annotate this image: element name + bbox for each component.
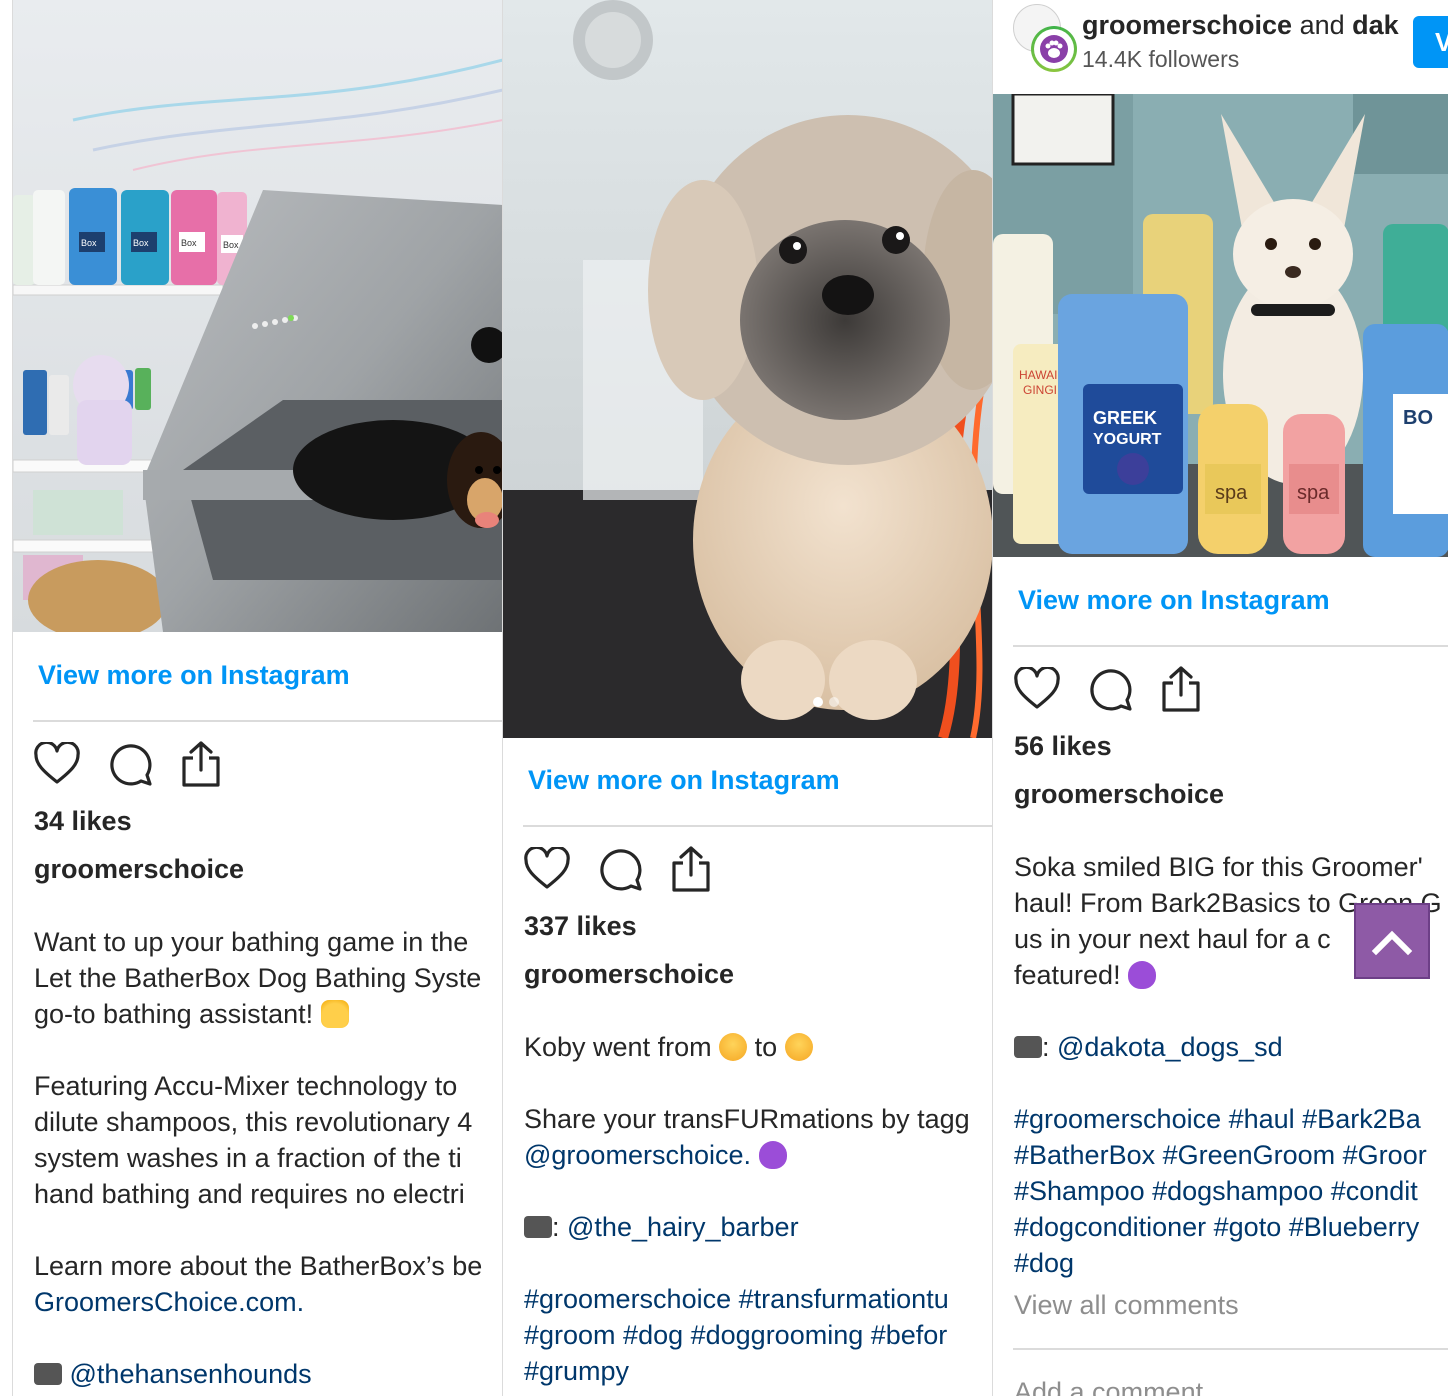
raising-hands-emoji-icon (320, 1000, 349, 1028)
view-more-on-instagram-link[interactable]: View more on Instagram (528, 765, 840, 796)
caption-text: featured! (1014, 960, 1121, 990)
bottle-label: spa (1215, 482, 1248, 504)
post-3-photo[interactable]: HAWAII GINGI GREEK YOGURT spa spa BO (993, 94, 1448, 557)
view-all-comments-link[interactable]: View all comments (1014, 1287, 1442, 1323)
mention-link[interactable]: @thehansenhounds (70, 1359, 312, 1389)
bottle-label-3: Box (181, 238, 197, 248)
followers-count: 14.4K followers (1082, 46, 1240, 72)
hashtags-line[interactable]: #Shampoo #dogshampoo #condit (1014, 1173, 1442, 1209)
bottle-label-2: Box (133, 238, 149, 248)
instagram-post-2: View more on Instagram 337 likes groomer… (502, 0, 993, 1396)
likes-count[interactable]: 337 likes (524, 911, 637, 942)
camera-icon (524, 1216, 552, 1238)
caption-line: Featuring Accu-Mixer technology to (34, 1071, 458, 1101)
caption-line: system washes in a fraction of the ti (34, 1143, 462, 1173)
comment-icon[interactable] (597, 846, 643, 892)
header-collaborator[interactable]: dak (1352, 10, 1399, 40)
website-link[interactable]: GroomersChoice.com. (34, 1287, 304, 1317)
header-and: and (1292, 10, 1353, 40)
caption-line: hand bathing and requires no electri (34, 1179, 465, 1209)
post-1-photo[interactable]: Box Box Box Box (13, 0, 503, 632)
instagram-post-1: Box Box Box Box View more on Instagram 3… (12, 0, 503, 1396)
purple-heart-icon (758, 1141, 787, 1169)
divider (33, 720, 503, 722)
comment-icon[interactable] (1087, 666, 1133, 712)
bottle-label: GREEK (1093, 408, 1157, 428)
likes-count[interactable]: 34 likes (34, 806, 132, 837)
caption-line: Want to up your bathing game in the (34, 927, 469, 957)
caption-line: go-to bathing assistant! (34, 996, 482, 1032)
hashtags-line[interactable]: #dog (1014, 1245, 1442, 1281)
heart-icon[interactable] (33, 742, 81, 786)
add-comment-input[interactable]: Add a comment (1014, 1374, 1203, 1396)
divider (523, 825, 993, 827)
hashtags-line[interactable]: #groomerschoice #transfurmationtu (524, 1281, 970, 1317)
carousel-dot[interactable] (813, 697, 823, 707)
angry-face-emoji-icon (719, 1033, 748, 1061)
post-actions (523, 845, 713, 893)
mention-link[interactable]: @groomerschoice. (524, 1140, 751, 1170)
bottle-label-1: Box (81, 238, 97, 248)
hugging-face-emoji-icon (784, 1033, 813, 1061)
bottle-label: HAWAII (1019, 368, 1061, 382)
header-username[interactable]: groomerschoice (1082, 10, 1292, 40)
chevron-up-icon (1371, 930, 1413, 956)
post-actions (1013, 665, 1203, 713)
header-usernames: groomerschoice and dak (1082, 10, 1399, 41)
heart-icon[interactable] (1013, 667, 1061, 711)
caption-line: Soka smiled BIG for this Groomer' (1014, 852, 1423, 882)
avatar[interactable] (1031, 26, 1077, 72)
hashtags-line[interactable]: #dogconditioner #goto #Blueberry (1014, 1209, 1442, 1245)
divider (1013, 645, 1448, 647)
caption-line: Koby went from to (524, 1029, 970, 1065)
caption-text: go-to bathing assistant! (34, 999, 314, 1029)
hashtags-line[interactable]: #groom #dog #doggrooming #befor (524, 1317, 970, 1353)
bottle-label: BO (1403, 407, 1433, 429)
post-header: groomerschoice and dak 14.4K followers V (993, 0, 1448, 94)
likes-count[interactable]: 56 likes (1014, 731, 1112, 762)
bottle-label: spa (1297, 482, 1330, 504)
camera-icon (34, 1363, 62, 1385)
view-profile-button[interactable]: V (1413, 16, 1448, 68)
share-icon[interactable] (179, 740, 223, 788)
instagram-post-3: groomerschoice and dak 14.4K followers V… (992, 0, 1448, 1396)
heart-icon[interactable] (523, 847, 571, 891)
hashtags-line[interactable]: #grumpy (524, 1353, 970, 1389)
bottle-label: YOGURT (1093, 431, 1162, 448)
post-actions (33, 740, 223, 788)
hashtags-line[interactable]: #groomerschoice #haul #Bark2Ba (1014, 1101, 1442, 1137)
scroll-to-top-button[interactable] (1354, 903, 1430, 979)
caption-line: Let the BatherBox Dog Bathing Syste (34, 963, 482, 993)
post-2-photo[interactable] (503, 0, 993, 738)
post-username[interactable]: groomerschoice (524, 959, 734, 990)
comment-icon[interactable] (107, 741, 153, 787)
post-username[interactable]: groomerschoice (1014, 779, 1224, 810)
carousel-dot[interactable] (829, 697, 839, 707)
share-icon[interactable] (669, 845, 713, 893)
hashtags-line[interactable]: #BatherBox #GreenGroom #Groor (1014, 1137, 1442, 1173)
post-username[interactable]: groomerschoice (34, 854, 244, 885)
caption-line: dilute shampoos, this revolutionary 4 (34, 1107, 473, 1137)
caption-line: Share your transFURmations by tagg (524, 1104, 970, 1134)
caption-text: to (754, 1032, 778, 1062)
share-icon[interactable] (1159, 665, 1203, 713)
view-more-on-instagram-link[interactable]: View more on Instagram (1018, 585, 1330, 616)
mention-link[interactable]: @dakota_dogs_sd (1057, 1032, 1283, 1062)
bottle-label-4: Box (223, 240, 239, 250)
caption-line: Learn more about the BatherBox’s be (34, 1251, 483, 1281)
carousel-dots (813, 697, 839, 707)
mention-link[interactable]: @the_hairy_barber (567, 1212, 799, 1242)
caption-text: us in your next haul for a c (1014, 924, 1331, 954)
post-caption: Want to up your bathing game in the Let … (34, 924, 482, 1392)
divider (1013, 1348, 1448, 1350)
bottle-label: GINGI (1023, 383, 1057, 397)
view-more-on-instagram-link[interactable]: View more on Instagram (38, 660, 350, 691)
camera-icon (1014, 1036, 1042, 1058)
post-caption: Koby went from to Share your transFURmat… (524, 1029, 970, 1389)
caption-text: Koby went from (524, 1032, 712, 1062)
paw-icon (1040, 35, 1068, 63)
purple-heart-icon (1128, 961, 1157, 989)
